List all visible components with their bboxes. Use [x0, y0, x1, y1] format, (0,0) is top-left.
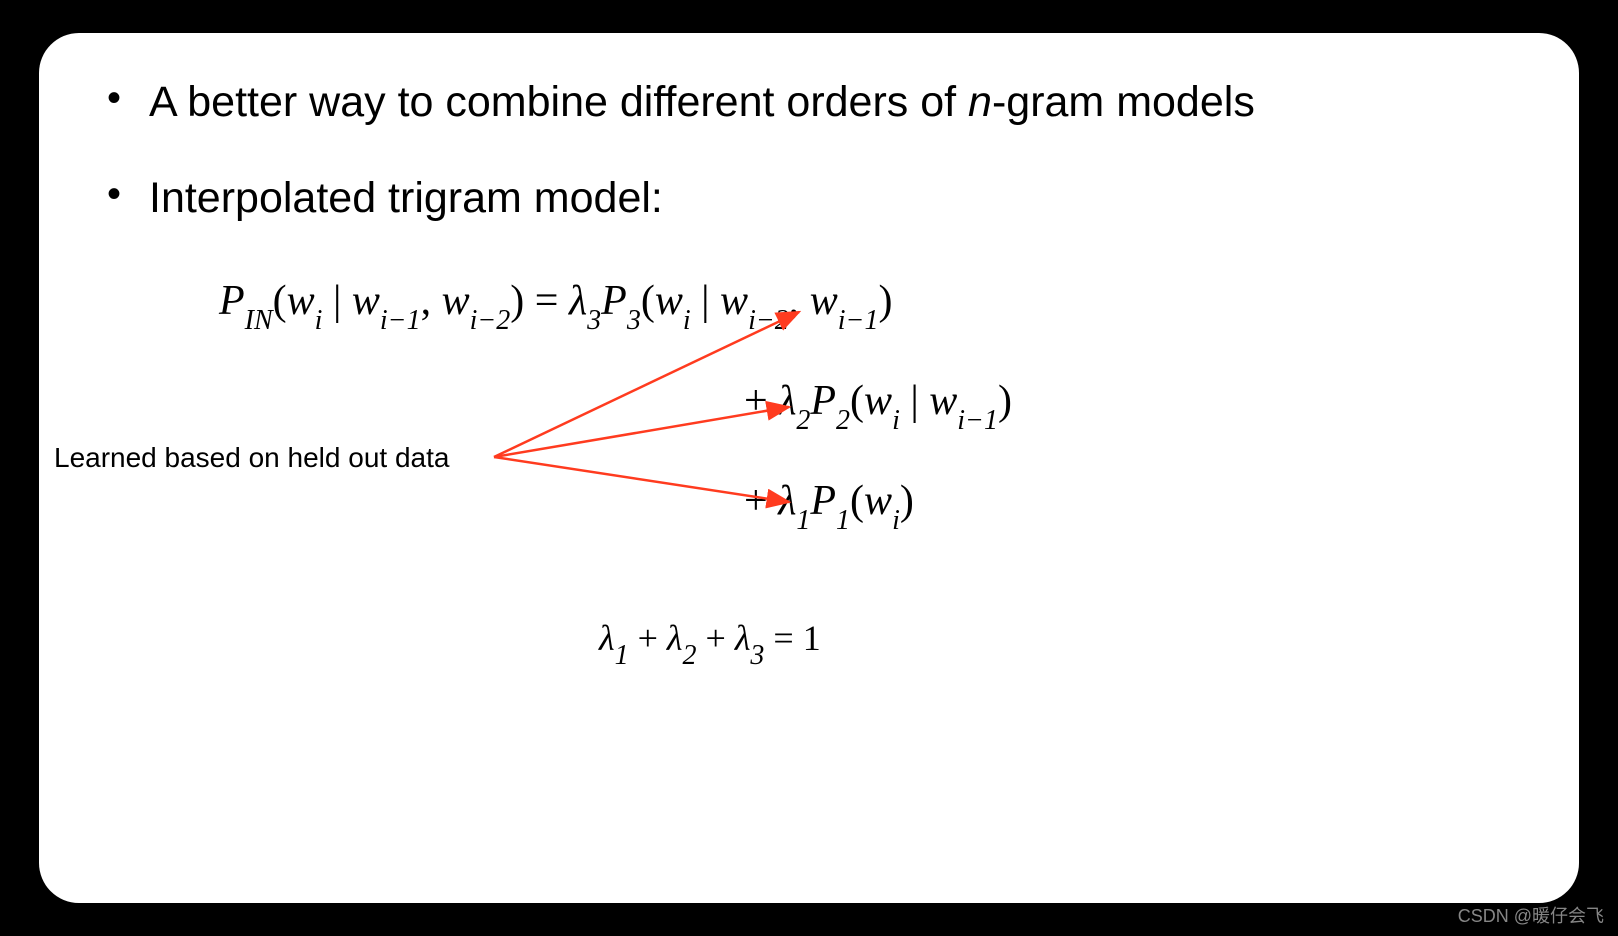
sub-IN: IN [245, 305, 273, 336]
sym-lambda: λ [667, 618, 683, 658]
annotation-label: Learned based on held out data [54, 442, 449, 474]
sub-1: 1 [836, 505, 850, 536]
sub-i: i [315, 305, 323, 336]
bullet-1-italic-n: n [968, 78, 992, 126]
sym-lambda: λ [778, 478, 796, 524]
sym-w: w [352, 278, 380, 324]
sub-2: 2 [836, 405, 850, 436]
sub-i: i [892, 505, 900, 536]
sym-w: w [720, 278, 748, 324]
paren: ) [998, 378, 1012, 424]
comma: , [789, 278, 810, 324]
bullet-list: A better way to combine different orders… [99, 73, 1519, 227]
paren: ) [510, 278, 524, 324]
watermark: CSDN @暖仔会飞 [1458, 902, 1604, 928]
sub-i2: i−2 [748, 305, 789, 336]
bullet-1: A better way to combine different orders… [99, 73, 1519, 131]
sym-w: w [810, 278, 838, 324]
sym-w: w [864, 478, 892, 524]
bullet-1-prefix: A better way to combine different orders… [149, 78, 968, 126]
sym-P: P [810, 378, 836, 424]
formula-line-3: + λ1P1(wi) [744, 477, 914, 531]
sub-2: 2 [683, 640, 697, 671]
plus: + [629, 618, 667, 658]
sub-i1: i−1 [380, 305, 421, 336]
comma: , [421, 278, 442, 324]
bar: | [900, 378, 929, 424]
sub-i: i [892, 405, 900, 436]
slide-card: A better way to combine different orders… [39, 33, 1579, 903]
paren: ) [900, 478, 914, 524]
sym-w: w [287, 278, 315, 324]
paren: ( [850, 478, 864, 524]
sub-3: 3 [587, 305, 601, 336]
paren: ) [878, 278, 892, 324]
paren: ( [641, 278, 655, 324]
sym-P: P [219, 278, 245, 324]
sym-w: w [655, 278, 683, 324]
formula-line-1: PIN(wi | wi−1, wi−2) = λ3P3(wi | wi−2, w… [219, 277, 892, 331]
sub-i: i [683, 305, 691, 336]
formula-constraint: λ1 + λ2 + λ3 = 1 [599, 617, 821, 666]
sub-i2: i−2 [470, 305, 511, 336]
sym-w: w [442, 278, 470, 324]
equals-one: = 1 [764, 618, 820, 658]
sym-w: w [864, 378, 892, 424]
bar: | [322, 278, 351, 324]
sub-1: 1 [796, 505, 810, 536]
plus: + [744, 378, 778, 424]
sub-1: 1 [615, 640, 629, 671]
equals: = [524, 278, 569, 324]
sub-3: 3 [627, 305, 641, 336]
paren: ( [273, 278, 287, 324]
bullet-2-text: Interpolated trigram model: [149, 174, 663, 222]
bullet-2: Interpolated trigram model: [99, 169, 1519, 227]
sym-lambda: λ [569, 278, 587, 324]
sym-w: w [929, 378, 957, 424]
sym-lambda: λ [599, 618, 615, 658]
sub-i1: i−1 [838, 305, 879, 336]
formula-line-2: + λ2P2(wi | wi−1) [744, 377, 1012, 431]
sub-i1: i−1 [957, 405, 998, 436]
plus: + [744, 478, 778, 524]
sym-lambda: λ [735, 618, 751, 658]
bullet-1-suffix: -gram models [992, 78, 1255, 126]
bar: | [691, 278, 720, 324]
sub-3: 3 [750, 640, 764, 671]
plus: + [697, 618, 735, 658]
paren: ( [850, 378, 864, 424]
sym-P: P [601, 278, 627, 324]
sym-P: P [810, 478, 836, 524]
sub-2: 2 [796, 405, 810, 436]
sym-lambda: λ [778, 378, 796, 424]
